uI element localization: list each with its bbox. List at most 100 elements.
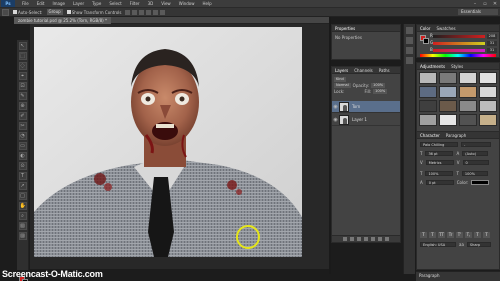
green-slider[interactable] [433,42,485,45]
faux-italic-button[interactable]: T [429,232,436,238]
close-icon[interactable]: ✕ [490,0,500,8]
align-bottom-icon[interactable] [139,9,145,15]
green-value[interactable]: 31 [487,41,497,46]
eyedropper-tool-icon[interactable]: ✎ [18,92,27,100]
style-swatch[interactable] [439,86,457,98]
fill-field[interactable]: 100% [373,88,388,94]
auto-select-checkbox[interactable]: Auto-Select: [13,10,43,15]
align-middle-icon[interactable] [132,9,138,15]
add-mask-icon[interactable] [357,237,361,241]
menu-edit[interactable]: Edit [33,1,49,6]
style-swatch[interactable] [419,72,437,84]
style-swatch[interactable] [459,100,477,112]
lasso-tool-icon[interactable]: ◌ [18,62,27,70]
layer-style-icon[interactable] [350,237,354,241]
style-swatch[interactable] [419,86,437,98]
all-caps-button[interactable]: TT [438,232,445,238]
crop-tool-icon[interactable]: ⊡ [18,82,27,90]
actions-panel-icon[interactable] [406,37,413,44]
visibility-eye-icon[interactable]: ◉ [332,104,339,110]
hand-tool-icon[interactable]: ✋ [18,202,27,210]
style-swatch[interactable] [419,100,437,112]
style-swatch[interactable] [479,100,497,112]
font-family-dropdown[interactable]: Palo Chilling [420,142,458,147]
link-layers-icon[interactable] [343,237,347,241]
workspace-dropdown[interactable]: Essentials [458,9,498,15]
menu-layer[interactable]: Layer [69,1,88,6]
font-size-field[interactable]: 36 pt [425,151,454,156]
menu-image[interactable]: Image [48,1,69,6]
adjustments-tab[interactable]: Adjustments [420,63,445,69]
menu-file[interactable]: File [18,1,33,6]
type-tool-icon[interactable]: T [18,172,27,180]
language-dropdown[interactable]: English: USA [420,242,456,247]
brush-panel-icon[interactable] [406,47,413,54]
auto-select-target-dropdown[interactable]: Group [46,9,63,15]
blend-mode-dropdown[interactable]: Normal [334,82,351,88]
blue-value[interactable]: 31 [487,48,497,53]
healing-tool-icon[interactable]: ⊕ [18,102,27,110]
style-swatch[interactable] [459,114,477,126]
menu-filter[interactable]: Filter [126,1,144,6]
maximize-icon[interactable]: ▫ [480,0,490,8]
align-top-icon[interactable] [125,9,131,15]
delete-layer-icon[interactable] [385,237,389,241]
style-swatch[interactable] [439,114,457,126]
move-tool-icon[interactable] [2,8,9,16]
red-value[interactable]: 208 [487,34,497,39]
align-right-icon[interactable] [160,9,166,15]
shape-tool-icon[interactable]: □ [18,192,27,200]
antialias-dropdown[interactable]: Sharp [466,242,491,247]
font-style-dropdown[interactable]: - [461,142,491,147]
history-panel-icon[interactable] [406,27,413,34]
menu-type[interactable]: Type [88,1,105,6]
document-canvas[interactable] [34,27,302,257]
channels-tab[interactable]: Channels [354,67,373,73]
paragraph-tab[interactable]: Paragraph [446,132,467,138]
brush-tool-icon[interactable]: ✐ [18,112,27,120]
style-swatch[interactable] [479,72,497,84]
quick-mask-icon[interactable]: ▧ [18,222,27,230]
menu-3d[interactable]: 3D [144,1,158,6]
marquee-tool-icon[interactable]: ⬚ [18,52,27,60]
align-left-icon[interactable] [146,9,152,15]
vertical-scale-field[interactable]: 100% [425,171,454,176]
tracking-field[interactable]: 0 [462,160,489,165]
style-swatch[interactable] [479,114,497,126]
swatches-tab[interactable]: Swatches [436,25,455,31]
new-layer-icon[interactable] [378,237,382,241]
transform-controls-checkbox[interactable]: Show Transform Controls [66,10,121,15]
clone-source-icon[interactable] [406,57,413,64]
quick-select-tool-icon[interactable]: ⌖ [18,72,27,80]
properties-tab[interactable]: Properties [335,25,355,31]
paths-tab[interactable]: Paths [379,67,390,73]
history-brush-tool-icon[interactable]: ◔ [18,132,27,140]
color-spectrum-ramp[interactable] [420,54,496,57]
subscript-button[interactable]: T, [465,232,472,238]
style-swatch[interactable] [459,86,477,98]
red-slider[interactable] [433,35,485,38]
adjustment-layer-icon[interactable] [364,237,368,241]
new-group-icon[interactable] [371,237,375,241]
move-tool-icon[interactable]: ↖ [18,42,27,50]
superscript-button[interactable]: T' [456,232,463,238]
underline-button[interactable]: T [474,232,481,238]
style-swatch[interactable] [419,114,437,126]
blue-slider[interactable] [433,49,485,52]
dodge-tool-icon[interactable]: ⊙ [18,162,27,170]
horizontal-scale-field[interactable]: 100% [461,171,488,176]
eraser-tool-icon[interactable]: ▭ [18,142,27,150]
strikethrough-button[interactable]: T [483,232,490,238]
styles-tab[interactable]: Styles [451,63,463,69]
minimize-icon[interactable]: – [470,0,480,8]
style-swatch[interactable] [439,72,457,84]
small-caps-button[interactable]: Tr [447,232,454,238]
faux-bold-button[interactable]: T [420,232,427,238]
style-swatch[interactable] [459,72,477,84]
layer-row[interactable]: ◉ Torn [332,101,400,113]
layer-kind-filter[interactable]: Kind [334,76,346,82]
menu-select[interactable]: Select [105,1,125,6]
document-tab[interactable]: zombie tutorial.psd @ 25.2% (Torn, RGB/8… [14,17,111,24]
color-panel-bg-swatch[interactable] [423,38,429,44]
layers-tab[interactable]: Layers [335,67,348,73]
